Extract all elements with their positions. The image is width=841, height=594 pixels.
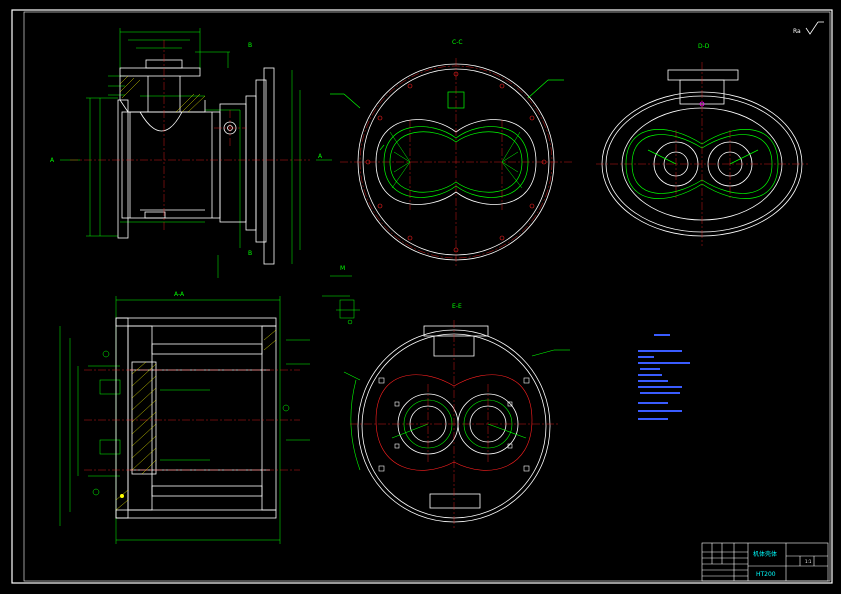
part-name: 机体壳体	[753, 550, 777, 558]
view-title-c: C-C	[452, 39, 463, 46]
material-label: HT200	[756, 571, 776, 578]
drawing-scale: 1:1	[805, 559, 812, 564]
cad-drawing-sheet: Ra B B A A C-C D-D A-A M E-E 机体壳体 1:1 HT…	[0, 0, 841, 594]
section-marker-b-top: B	[248, 42, 252, 49]
section-marker-b-bottom: B	[248, 250, 252, 257]
view-title-d: D-D	[698, 43, 710, 50]
sheet-background	[0, 0, 841, 594]
view-title-m: M	[340, 265, 345, 272]
view-title-a: A-A	[174, 291, 185, 298]
view-title-e: E-E	[452, 303, 462, 310]
svg-text:Ra: Ra	[793, 28, 801, 35]
